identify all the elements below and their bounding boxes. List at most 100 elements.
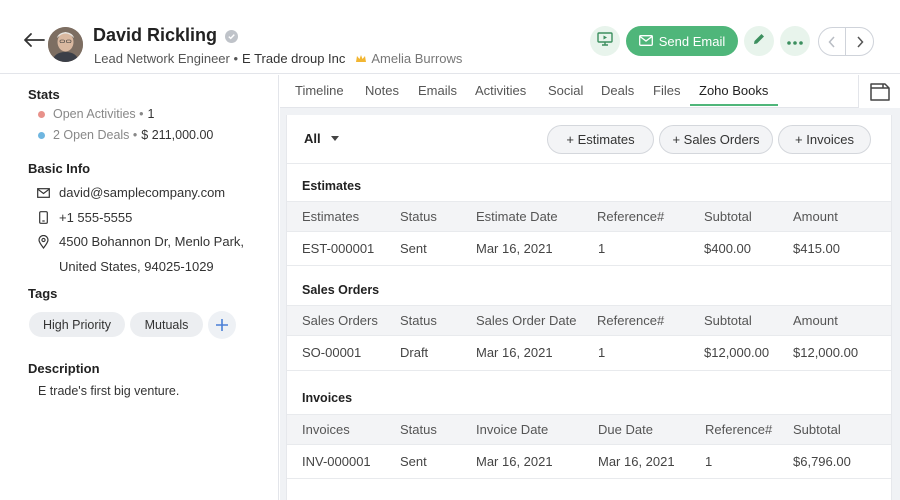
sales-order-number-link[interactable]: SO-00001 bbox=[302, 345, 361, 360]
chevron-left-icon bbox=[828, 35, 835, 48]
table-cell: $400.00 bbox=[704, 241, 751, 256]
tag-mutuals[interactable]: Mutuals bbox=[130, 312, 203, 337]
record-pager bbox=[818, 27, 874, 56]
add-sales-order-button[interactable]: + Sales Orders bbox=[659, 125, 773, 154]
sales-orders-title: Sales Orders bbox=[302, 283, 380, 297]
basic-info-title: Basic Info bbox=[28, 161, 91, 176]
estimate-number-link[interactable]: EST-000001 bbox=[302, 241, 374, 256]
more-options-button[interactable] bbox=[780, 26, 810, 56]
mail-icon bbox=[36, 185, 51, 200]
table-cell: $12,000.00 bbox=[793, 345, 859, 360]
column-header: Subtotal bbox=[793, 422, 841, 437]
column-header: Subtotal bbox=[704, 209, 752, 224]
divider bbox=[287, 163, 891, 164]
contact-company: E Trade droup Inc bbox=[242, 51, 346, 66]
email-value: david@samplecompany.com bbox=[59, 185, 226, 200]
table-cell: 1 bbox=[598, 345, 606, 360]
caret-down-icon bbox=[330, 136, 339, 141]
pencil-icon bbox=[752, 32, 766, 51]
tab-zoho-books[interactable]: Zoho Books bbox=[699, 83, 768, 98]
next-record-button[interactable] bbox=[846, 28, 873, 55]
column-header: Reference# bbox=[597, 313, 665, 328]
phone-row[interactable]: +1 555-5555 bbox=[36, 210, 132, 225]
description-title: Description bbox=[28, 361, 100, 376]
table-cell: $12,000.00 bbox=[704, 345, 770, 360]
add-estimate-button[interactable]: + Estimates bbox=[547, 125, 654, 154]
email-row[interactable]: david@samplecompany.com bbox=[36, 185, 225, 200]
send-email-button[interactable]: Send Email bbox=[626, 26, 738, 56]
ellipsis-icon bbox=[787, 32, 803, 50]
contact-role: Lead Network Engineer • bbox=[94, 51, 239, 66]
table-cell: Sent bbox=[400, 454, 427, 469]
column-header: Due Date bbox=[598, 422, 653, 437]
tab-files[interactable]: Files bbox=[653, 83, 680, 98]
chevron-right-icon bbox=[856, 35, 864, 48]
address-row: 4500 Bohannon Dr, Menlo Park, bbox=[36, 234, 244, 249]
column-header: Status bbox=[400, 313, 437, 328]
tab-emails[interactable]: Emails bbox=[418, 83, 457, 98]
tab-social[interactable]: Social bbox=[548, 83, 583, 98]
previous-record-button[interactable] bbox=[819, 28, 847, 55]
column-header: Sales Order Date bbox=[476, 313, 577, 328]
table-cell: Mar 16, 2021 bbox=[476, 241, 553, 256]
tab-activities[interactable]: Activities bbox=[475, 83, 526, 98]
address-line-1: 4500 Bohannon Dr, Menlo Park, bbox=[59, 234, 245, 249]
column-header: Subtotal bbox=[704, 313, 752, 328]
tab-deals[interactable]: Deals bbox=[601, 83, 634, 98]
table-cell: Mar 16, 2021 bbox=[476, 345, 553, 360]
tags-title: Tags bbox=[28, 286, 58, 301]
column-header: Invoices bbox=[302, 422, 350, 437]
tab-bar: Timeline Notes Emails Activities Social … bbox=[280, 75, 900, 108]
monitor-icon bbox=[597, 31, 613, 51]
invoices-title: Invoices bbox=[302, 391, 353, 405]
mail-icon bbox=[638, 34, 653, 49]
crown-icon bbox=[355, 53, 367, 65]
contact-owner[interactable]: Amelia Burrows bbox=[371, 51, 462, 66]
table-cell: $6,796.00 bbox=[793, 454, 851, 469]
open-activities-count: 1 bbox=[147, 107, 155, 121]
record-header: David Rickling Lead Network Engineer • E… bbox=[0, 0, 900, 74]
filter-selected: All bbox=[304, 131, 321, 146]
table-cell: Draft bbox=[400, 345, 429, 360]
column-header: Status bbox=[400, 422, 437, 437]
column-header: Reference# bbox=[705, 422, 773, 437]
divider bbox=[287, 370, 891, 371]
red-dot-icon bbox=[38, 110, 45, 118]
column-header: Estimates bbox=[302, 209, 360, 224]
tab-notes[interactable]: Notes bbox=[365, 83, 399, 98]
description-text: E trade's first big venture. bbox=[38, 384, 180, 398]
divider bbox=[287, 478, 891, 479]
invoice-number-link[interactable]: INV-000001 bbox=[302, 454, 371, 469]
column-header: Reference# bbox=[597, 209, 665, 224]
open-deals-stat[interactable]: 2 Open Deals • $ 211,000.00 bbox=[38, 128, 213, 142]
stats-title: Stats bbox=[28, 87, 60, 102]
address-line-2: United States, 94025-1029 bbox=[59, 259, 214, 274]
add-tag-button[interactable] bbox=[208, 311, 236, 339]
avatar bbox=[48, 27, 83, 62]
column-header: Amount bbox=[793, 313, 838, 328]
panel-layout-icon bbox=[869, 82, 890, 101]
plus-icon bbox=[216, 319, 228, 331]
open-activities-stat[interactable]: Open Activities • 1 bbox=[38, 107, 154, 121]
filter-dropdown[interactable]: All bbox=[304, 131, 339, 146]
column-header: Invoice Date bbox=[476, 422, 549, 437]
open-deals-label: 2 Open Deals • bbox=[53, 128, 138, 142]
active-tab-indicator bbox=[690, 104, 778, 106]
add-invoice-button[interactable]: + Invoices bbox=[778, 125, 871, 154]
column-header: Amount bbox=[793, 209, 838, 224]
column-header: Estimate Date bbox=[476, 209, 558, 224]
column-header: Status bbox=[400, 209, 437, 224]
table-cell: 1 bbox=[705, 454, 713, 469]
tab-timeline[interactable]: Timeline bbox=[295, 83, 344, 98]
edit-button[interactable] bbox=[744, 26, 774, 56]
blue-dot-icon bbox=[38, 131, 45, 139]
tag-high-priority[interactable]: High Priority bbox=[29, 312, 125, 337]
layout-toggle-button[interactable] bbox=[858, 75, 900, 108]
phone-value: +1 555-5555 bbox=[59, 210, 133, 225]
back-arrow-icon[interactable] bbox=[22, 32, 46, 48]
table-cell: Mar 16, 2021 bbox=[476, 454, 553, 469]
table-cell: Mar 16, 2021 bbox=[598, 454, 675, 469]
screen-share-button[interactable] bbox=[590, 26, 620, 56]
estimates-title: Estimates bbox=[302, 179, 362, 193]
verified-icon bbox=[225, 30, 238, 43]
